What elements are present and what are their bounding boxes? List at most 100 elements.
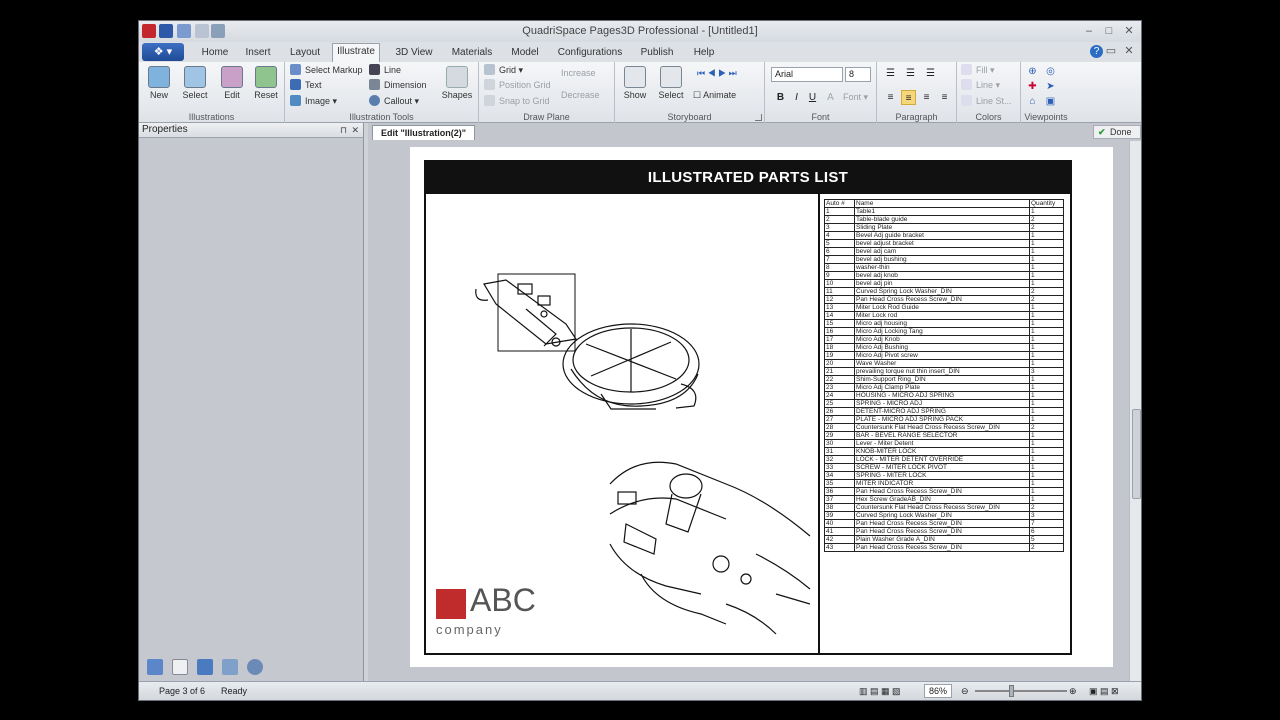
- tab-home[interactable]: Home: [197, 45, 233, 62]
- minimize-button[interactable]: –: [1079, 23, 1099, 39]
- tab-insert[interactable]: Insert: [241, 45, 275, 62]
- viewpoint-icon-6[interactable]: ▣: [1043, 94, 1058, 109]
- align-center-icon[interactable]: ≡: [901, 90, 916, 105]
- done-button[interactable]: ✔ Done: [1093, 125, 1141, 139]
- font-dialog-button[interactable]: Font ▾: [843, 90, 868, 104]
- tab-help[interactable]: Help: [689, 45, 719, 62]
- part-quantity-cell: 1: [1029, 239, 1064, 248]
- text-effects-icon[interactable]: A: [823, 90, 838, 105]
- line-color-button[interactable]: Line ▾: [961, 78, 1000, 92]
- part-number-cell: 38: [824, 503, 855, 512]
- tab-model[interactable]: Model: [507, 45, 543, 62]
- part-name-cell: Plain Washer Grade A_DIN: [854, 535, 1030, 544]
- new-illustration-button[interactable]: New: [143, 64, 175, 100]
- line-tool-button[interactable]: Line: [369, 63, 401, 77]
- page-canvas[interactable]: ILLUSTRATED PARTS LIST ABC company Auto …: [410, 147, 1113, 667]
- parts-table[interactable]: Auto # Name Quantity 1 Table1 1 2 Table-blad…: [824, 199, 1064, 552]
- panel-switcher: [147, 659, 269, 677]
- part-number-cell: 31: [824, 447, 855, 456]
- library-icon[interactable]: [247, 659, 264, 675]
- storyboard-icon[interactable]: [222, 659, 239, 675]
- logo-mark-icon: [436, 589, 466, 619]
- image-tool-button[interactable]: Image ▾: [290, 94, 337, 108]
- part-number-cell: 42: [824, 535, 855, 544]
- viewpoint-icon-2[interactable]: ◎: [1043, 64, 1058, 79]
- text-tool-button[interactable]: Text: [290, 78, 322, 92]
- fit-page-icons[interactable]: ▣ ▤ ⊠: [1089, 682, 1119, 700]
- parts-table-row: 33 SCREW - MITER LOCK PIVOT 1: [824, 463, 1064, 472]
- doc-close-icon[interactable]: ✕: [1119, 43, 1139, 59]
- shapes-button[interactable]: Shapes: [441, 64, 473, 100]
- parts-table-row: 19 Micro Adj Pivot screw 1: [824, 351, 1064, 360]
- indent-increase-icon[interactable]: ☰: [923, 66, 938, 81]
- new-label: New: [149, 90, 168, 100]
- panel-close-icon[interactable]: ✕: [351, 123, 359, 137]
- part-name-cell: Bevel Adj guide bracket: [854, 231, 1030, 240]
- playback-controls[interactable]: ⏮ ◀ ▶ ⏭: [697, 66, 737, 80]
- tab-configurations[interactable]: Configurations: [557, 45, 623, 62]
- viewpoint-icon-3[interactable]: ✚: [1025, 79, 1040, 94]
- callout-tool-button[interactable]: Callout ▾: [369, 94, 419, 108]
- exploded-drawing[interactable]: ABC company: [426, 194, 818, 655]
- align-right-icon[interactable]: ≡: [919, 90, 934, 105]
- zoom-slider[interactable]: [975, 690, 1067, 692]
- vertical-scrollbar[interactable]: [1129, 141, 1141, 683]
- part-number-cell: 29: [824, 431, 855, 440]
- pin-icon[interactable]: ⊓: [340, 123, 347, 137]
- parts-list-header: ILLUSTRATED PARTS LIST: [426, 162, 1070, 194]
- scrollbar-thumb[interactable]: [1132, 409, 1141, 499]
- part-quantity-cell: 1: [1029, 327, 1064, 336]
- tab-publish[interactable]: Publish: [637, 45, 677, 62]
- zoom-out-icon[interactable]: ⊖: [961, 682, 969, 700]
- animate-checkbox[interactable]: ☐ Animate: [693, 88, 736, 102]
- maximize-button[interactable]: □: [1099, 23, 1119, 39]
- fill-color-button[interactable]: Fill ▾: [961, 63, 995, 77]
- line-style-button[interactable]: Line St...: [961, 94, 1012, 108]
- part-number-cell: 23: [824, 383, 855, 392]
- decrease-button[interactable]: Decrease: [561, 88, 600, 102]
- select-illustration-button[interactable]: Select: [179, 64, 211, 100]
- parts-table-row: 40 Pan Head Cross Recess Screw_DIN 7: [824, 519, 1064, 528]
- tab-illustrate[interactable]: Illustrate: [332, 43, 380, 62]
- indent-decrease-icon[interactable]: ☰: [903, 66, 918, 81]
- ribbon-minimize-icon[interactable]: ▭: [1101, 43, 1121, 59]
- parts-table-row: 16 Micro Adj Locking Tang 1: [824, 327, 1064, 336]
- position-grid-button[interactable]: Position Grid: [484, 78, 551, 92]
- model-tree-icon[interactable]: [147, 659, 163, 675]
- increase-button[interactable]: Increase: [561, 66, 596, 80]
- zoom-slider-knob[interactable]: [1009, 685, 1014, 697]
- justify-icon[interactable]: ≡: [937, 90, 952, 105]
- view-mode-icons[interactable]: ▥ ▤ ▦ ▧: [859, 682, 901, 700]
- reset-illustration-button[interactable]: Reset: [250, 64, 282, 100]
- edit-illustration-button[interactable]: Edit: [216, 64, 248, 100]
- font-size-select[interactable]: 8: [845, 67, 871, 82]
- grid-button[interactable]: Grid ▾: [484, 63, 523, 77]
- snap-to-grid-button[interactable]: Snap to Grid: [484, 94, 550, 108]
- align-left-icon[interactable]: ≡: [883, 90, 898, 105]
- part-quantity-cell: 1: [1029, 439, 1064, 448]
- tab-layout[interactable]: Layout: [287, 45, 323, 62]
- document-tab[interactable]: Edit "Illustration(2)": [372, 125, 476, 140]
- zoom-level[interactable]: 86%: [924, 684, 952, 698]
- zoom-in-icon[interactable]: ⊕: [1069, 682, 1077, 700]
- new-illustration-icon: [148, 66, 170, 88]
- viewpoint-icon-4[interactable]: ➤: [1043, 79, 1058, 94]
- viewpoint-icon-1[interactable]: ⊕: [1025, 64, 1040, 79]
- font-family-select[interactable]: Arial: [771, 67, 843, 82]
- bullets-icon[interactable]: ☰: [883, 66, 898, 81]
- tab-materials[interactable]: Materials: [449, 45, 495, 62]
- group-label-illustrations: Illustrations: [188, 112, 235, 122]
- file-menu-button[interactable]: ❖ ▾: [142, 43, 184, 61]
- bold-button[interactable]: B: [773, 90, 788, 105]
- dimension-tool-button[interactable]: Dimension: [369, 78, 427, 92]
- properties-icon[interactable]: [172, 659, 189, 675]
- select-markup-button[interactable]: Select Markup: [290, 63, 363, 77]
- storyboard-select-button[interactable]: Select: [655, 64, 687, 100]
- storyboard-show-button[interactable]: Show: [619, 64, 651, 100]
- italic-button[interactable]: I: [789, 90, 804, 105]
- close-button[interactable]: ✕: [1119, 23, 1139, 39]
- tab-3d-view[interactable]: 3D View: [393, 45, 435, 62]
- underline-button[interactable]: U: [805, 90, 820, 105]
- views-icon[interactable]: [197, 659, 214, 675]
- viewpoint-icon-5[interactable]: ⌂: [1025, 94, 1040, 109]
